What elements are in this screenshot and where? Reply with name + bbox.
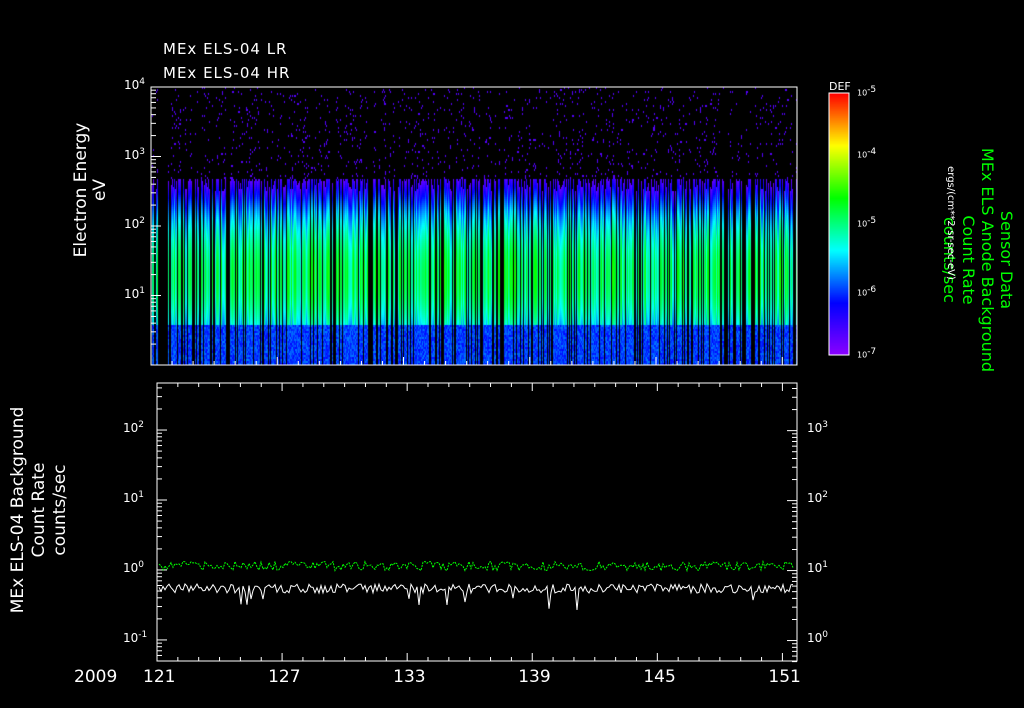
top-ylabel: Electron Energy eV xyxy=(71,80,110,300)
y-tick-label-energy: 104 xyxy=(124,77,146,92)
bottom-plot-frame xyxy=(156,382,798,662)
energy-label: Electron Energy xyxy=(71,122,91,258)
colorbar-tick-label: 10-5 xyxy=(857,85,877,98)
y-tick-label-energy: 101 xyxy=(124,285,146,301)
colorbar-frame xyxy=(828,92,850,356)
colorbar-tick-label: 10-6 xyxy=(857,285,877,298)
y-tick-label-energy: 102 xyxy=(124,216,146,231)
title-lr: MEx ELS-04 LR xyxy=(163,40,288,58)
x-tick-label: 127 xyxy=(268,667,301,687)
x-tick-label: 139 xyxy=(518,667,551,687)
y-tick-label-right: 102 xyxy=(807,489,829,505)
series-line-white xyxy=(158,582,794,610)
x-tick-label: 121 xyxy=(143,667,176,687)
year-label: 2009 xyxy=(74,667,118,687)
y-tick-label-energy: 103 xyxy=(124,146,146,162)
x-tick-label: 151 xyxy=(768,667,801,687)
colorbar-units: ergs/(cm**2-sr-sec-eV) xyxy=(945,166,956,280)
x-tick-label: 133 xyxy=(393,667,426,687)
colorbar-label: DEF xyxy=(829,80,851,93)
colorbar-tick-label: 10-7 xyxy=(857,347,877,360)
right-label-2: MEx ELS Anode Background xyxy=(978,147,997,373)
bottom-left-ylabel: MEx ELS-04 Background Count Rate counts/… xyxy=(8,380,71,640)
title-hr: MEx ELS-04 HR xyxy=(163,64,291,82)
energy-units: eV xyxy=(90,178,110,202)
right-label-3: Count Rate xyxy=(959,215,978,305)
colorbar-tick-label: 10-5 xyxy=(857,216,877,229)
right-label-1: Sensor Data xyxy=(997,210,1016,310)
y-tick-label-left: 100 xyxy=(123,559,145,575)
left-label-1: MEx ELS-04 Background xyxy=(8,406,28,614)
y-tick-label-left: 10-1 xyxy=(123,629,148,645)
y-tick-label-right: 100 xyxy=(807,629,829,645)
y-tick-label-right: 101 xyxy=(807,559,829,575)
top-plot-frame xyxy=(150,86,798,366)
y-tick-label-left: 101 xyxy=(123,489,145,505)
x-tick-label: 145 xyxy=(643,667,676,687)
left-label-2: Count Rate xyxy=(29,462,49,558)
series-line-green xyxy=(158,559,794,573)
y-tick-label-left: 102 xyxy=(123,420,145,436)
y-tick-label-right: 103 xyxy=(807,420,829,436)
left-label-3: counts/sec xyxy=(50,464,70,556)
colorbar-tick-label: 10-4 xyxy=(857,147,877,160)
